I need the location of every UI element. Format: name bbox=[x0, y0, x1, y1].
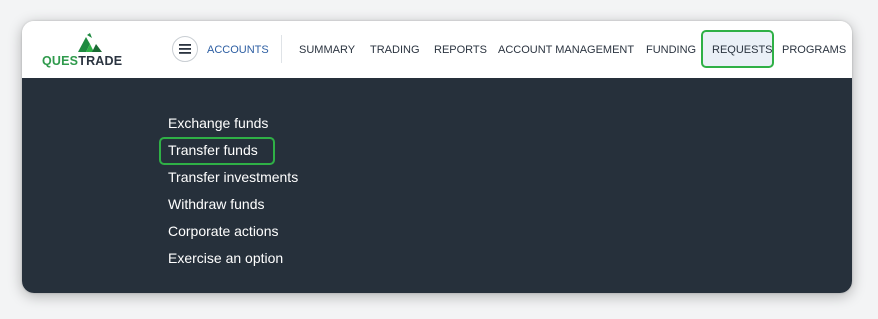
menu-item-exchange-funds[interactable]: Exchange funds bbox=[168, 115, 268, 131]
accounts-link[interactable]: ACCOUNTS bbox=[207, 44, 269, 56]
menu-item-transfer-funds[interactable]: Transfer funds bbox=[168, 142, 258, 158]
menu-item-withdraw-funds[interactable]: Withdraw funds bbox=[168, 196, 264, 212]
nav-funding[interactable]: FUNDING bbox=[646, 44, 696, 56]
nav-trading[interactable]: TRADING bbox=[370, 44, 420, 56]
logo-wordmark: QUESTRADE bbox=[42, 54, 122, 68]
logo-wordmark-prefix: QUES bbox=[42, 54, 79, 68]
hamburger-icon bbox=[179, 44, 191, 54]
hamburger-menu-button[interactable] bbox=[172, 36, 198, 62]
nav-summary[interactable]: SUMMARY bbox=[299, 44, 355, 56]
menu-item-exercise-option[interactable]: Exercise an option bbox=[168, 250, 283, 266]
menu-item-corporate-actions[interactable]: Corporate actions bbox=[168, 223, 279, 239]
nav-account-management[interactable]: ACCOUNT MANAGEMENT bbox=[498, 44, 634, 56]
questrade-logo-icon bbox=[78, 33, 102, 52]
questrade-window: QUESTRADE ACCOUNTS SUMMARY TRADING REPOR… bbox=[22, 21, 852, 293]
nav-divider bbox=[281, 35, 282, 63]
requests-dropdown-panel: Exchange funds Transfer funds Transfer i… bbox=[22, 78, 852, 293]
questrade-logo[interactable]: QUESTRADE bbox=[42, 33, 138, 69]
menu-item-transfer-investments[interactable]: Transfer investments bbox=[168, 169, 298, 185]
nav-requests[interactable]: REQUESTS bbox=[712, 44, 773, 56]
top-navbar: QUESTRADE ACCOUNTS SUMMARY TRADING REPOR… bbox=[22, 21, 852, 78]
nav-programs[interactable]: PROGRAMS bbox=[782, 44, 846, 56]
nav-reports[interactable]: REPORTS bbox=[434, 44, 487, 56]
logo-wordmark-suffix: TRADE bbox=[78, 54, 123, 68]
